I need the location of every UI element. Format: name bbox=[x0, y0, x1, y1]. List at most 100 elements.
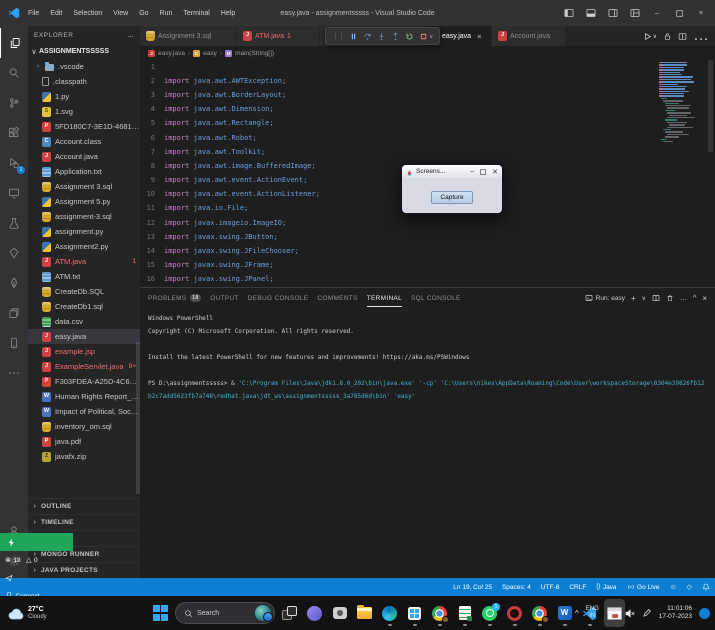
file-item[interactable]: JExampleServlet.java9+ bbox=[28, 359, 140, 374]
terminal-output[interactable]: Windows PowerShellCopyright (C) Microsof… bbox=[140, 308, 715, 407]
file-item[interactable]: Application.txt bbox=[28, 164, 140, 179]
source-control-icon[interactable] bbox=[0, 88, 28, 118]
step-over-icon[interactable] bbox=[363, 32, 372, 41]
taskbar-app-edge[interactable] bbox=[379, 599, 400, 627]
panel-tab-terminal[interactable]: TERMINAL bbox=[367, 288, 402, 308]
pause-icon[interactable] bbox=[349, 32, 358, 41]
editor-scrollbar[interactable] bbox=[708, 60, 713, 152]
taskbar-app-file-explorer[interactable] bbox=[354, 599, 375, 627]
explorer-more-actions-icon[interactable]: … bbox=[127, 32, 134, 39]
close-button[interactable]: × bbox=[695, 6, 707, 20]
panel-more-icon[interactable]: … bbox=[680, 295, 687, 302]
file-item[interactable]: Zjavafx.zip bbox=[28, 449, 140, 464]
file-item[interactable]: assignment.py bbox=[28, 224, 140, 239]
editor-tab-assignment-3-sql[interactable]: Assignment 3.sql bbox=[140, 26, 237, 46]
dialog-title-bar[interactable]: Screens... – ✕ bbox=[402, 165, 502, 178]
workspace-root-folder[interactable]: ∨ ASSIGNMENTSSSSS bbox=[28, 44, 140, 59]
capture-button[interactable]: Capture bbox=[431, 191, 472, 204]
cursor-position[interactable]: Ln 19, Col 25 bbox=[448, 578, 497, 596]
step-into-icon[interactable] bbox=[377, 32, 386, 41]
file-item[interactable]: 1.py bbox=[28, 89, 140, 104]
remote-indicator[interactable] bbox=[0, 533, 73, 551]
taskbar-app-whatsapp[interactable]: 1 bbox=[479, 599, 500, 627]
file-item[interactable]: Jexample.jsp bbox=[28, 344, 140, 359]
step-out-icon[interactable] bbox=[391, 32, 400, 41]
mobile-preview-icon[interactable] bbox=[0, 328, 28, 358]
drag-handle-icon[interactable]: ⋮⋮ bbox=[332, 32, 344, 40]
dialog-maximize-icon[interactable] bbox=[480, 169, 486, 175]
quick-run[interactable] bbox=[0, 569, 73, 587]
encoding[interactable]: UTF-8 bbox=[536, 578, 564, 596]
taskbar-app-opera-gx[interactable] bbox=[504, 599, 525, 627]
file-item[interactable]: ATM.txt bbox=[28, 269, 140, 284]
file-item[interactable]: CreateDb.SQL bbox=[28, 284, 140, 299]
menu-run[interactable]: Run bbox=[160, 10, 173, 17]
sidebar-section-timeline[interactable]: ›TIMELINE bbox=[28, 514, 140, 530]
kill-terminal-icon[interactable] bbox=[666, 294, 674, 302]
keyboard-lock-icon[interactable] bbox=[663, 32, 672, 41]
taskbar-app-word[interactable]: W bbox=[554, 599, 575, 627]
menu-file[interactable]: File bbox=[28, 10, 39, 17]
indentation[interactable]: Spaces: 4 bbox=[497, 578, 536, 596]
taskbar-app-ms-store[interactable] bbox=[404, 599, 425, 627]
panel-tab-output[interactable]: OUTPUT bbox=[210, 288, 239, 308]
taskbar-app-notepad[interactable] bbox=[454, 599, 475, 627]
split-editor-icon[interactable] bbox=[678, 32, 687, 41]
breadcrumb-item[interactable]: Mmain(String[]) bbox=[225, 50, 274, 57]
file-item[interactable]: assignment-3.sql bbox=[28, 209, 140, 224]
more-views-icon[interactable] bbox=[0, 358, 28, 388]
file-item[interactable]: Assignment 3.sql bbox=[28, 179, 140, 194]
file-item[interactable]: .classpath bbox=[28, 74, 140, 89]
file-item[interactable]: PF303FDEA-A25D-4C64-814F-880... bbox=[28, 374, 140, 389]
stop-icon[interactable]: ∨ bbox=[419, 32, 433, 41]
file-item[interactable]: S1.svg bbox=[28, 104, 140, 119]
tabnine-status[interactable]: ◇ bbox=[682, 578, 697, 596]
restart-icon[interactable] bbox=[405, 32, 414, 41]
pen-icon[interactable] bbox=[642, 608, 652, 618]
notifications[interactable] bbox=[697, 578, 715, 596]
toggle-panel-icon[interactable] bbox=[585, 6, 597, 20]
editor-tab-account-java[interactable]: JAccount.java bbox=[492, 26, 566, 46]
toggle-sidebar-icon[interactable] bbox=[563, 6, 575, 20]
taskbar-app-chrome-profile-1[interactable] bbox=[429, 599, 450, 627]
feedback[interactable]: ☺ bbox=[664, 578, 681, 596]
file-item[interactable]: JAccount.java bbox=[28, 149, 140, 164]
language-indicator[interactable]: ENGIN bbox=[586, 606, 599, 620]
minimap[interactable] bbox=[659, 62, 701, 143]
menu-edit[interactable]: Edit bbox=[50, 10, 62, 17]
tray-chevron-icon[interactable]: ^ bbox=[575, 609, 579, 618]
extensions-icon[interactable] bbox=[0, 118, 28, 148]
file-item[interactable]: CreateDb1.sql bbox=[28, 299, 140, 314]
remote-explorer-icon[interactable] bbox=[0, 178, 28, 208]
new-terminal-icon[interactable]: + bbox=[631, 294, 636, 303]
split-terminal-icon[interactable] bbox=[652, 294, 660, 302]
panel-tab-sql-console[interactable]: SQL CONSOLE bbox=[411, 288, 461, 308]
weather-widget[interactable]: 27°C Cloudy bbox=[8, 596, 47, 630]
customize-layout-icon[interactable] bbox=[629, 6, 641, 20]
sidebar-section-outline[interactable]: ›OUTLINE bbox=[28, 498, 140, 514]
taskbar-app-camera[interactable] bbox=[329, 599, 350, 627]
minimize-button[interactable]: – bbox=[651, 6, 663, 20]
panel-tab-debug-console[interactable]: DEBUG CONSOLE bbox=[248, 288, 309, 308]
file-item[interactable]: Assignment 5.py bbox=[28, 194, 140, 209]
explorer-icon[interactable] bbox=[0, 28, 28, 58]
file-item[interactable]: data.csv bbox=[28, 314, 140, 329]
file-item[interactable]: WImpact of Political, Social, and Ec... bbox=[28, 404, 140, 419]
panel-tab-comments[interactable]: COMMENTS bbox=[317, 288, 357, 308]
database-client-icon[interactable] bbox=[0, 298, 28, 328]
taskbar-app-copilot[interactable] bbox=[304, 599, 325, 627]
file-item[interactable]: Assignment2.py bbox=[28, 239, 140, 254]
file-item[interactable]: inventory_om.sql bbox=[28, 419, 140, 434]
run-java-icon[interactable]: ∨ bbox=[643, 32, 657, 41]
search-icon[interactable] bbox=[0, 58, 28, 88]
breadcrumb-item[interactable]: Jeasy.java bbox=[148, 50, 185, 57]
wifi-icon[interactable] bbox=[606, 608, 617, 619]
vscode-logo-icon[interactable] bbox=[8, 7, 20, 19]
file-item[interactable]: ›.vscode bbox=[28, 59, 140, 74]
mongodb-icon[interactable] bbox=[0, 268, 28, 298]
panel-tab-problems[interactable]: PROBLEMS18 bbox=[148, 288, 201, 308]
dialog-minimize-icon[interactable]: – bbox=[470, 168, 474, 175]
more-actions-icon[interactable]: … bbox=[693, 27, 709, 45]
go-live[interactable]: Go Live bbox=[622, 578, 665, 596]
file-item[interactable]: Jeasy.java bbox=[28, 329, 140, 344]
